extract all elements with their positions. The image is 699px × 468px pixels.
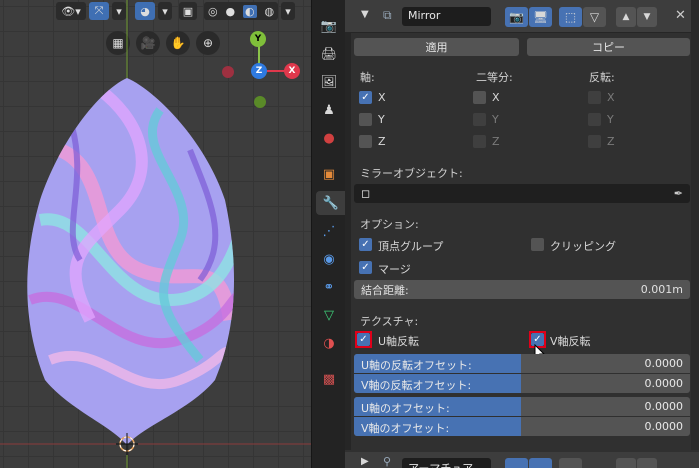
bisect-z-checkbox[interactable] — [473, 135, 486, 148]
u-offset-value: 0.0000 — [644, 400, 684, 413]
vertex-groups-label: 頂点グループ — [378, 240, 444, 253]
scene-tab-icon[interactable]: ♟ — [316, 98, 342, 122]
v-offset-value: 0.0000 — [644, 420, 684, 433]
options-label: オプション: — [360, 218, 419, 231]
properties-panel: ▼ ⧉ Mirror 📷 🖥 ⬚ ▽ ▲ ▼ ✕ 適用 コピー 軸: 二等分: … — [345, 0, 699, 468]
object-tab-icon[interactable]: ▣ — [316, 162, 342, 186]
u-flip-checkbox[interactable]: ✓ — [357, 333, 370, 346]
modifier-tab-icon[interactable]: 🔧 — [316, 191, 346, 215]
remove-modifier-icon[interactable]: ✕ — [675, 8, 686, 23]
next-modifier-header: ▶ ⚲ アーマチュア — [345, 452, 699, 468]
merge-checkbox[interactable]: ✓ — [359, 261, 372, 274]
physics-tab-icon[interactable]: ◉ — [316, 247, 342, 271]
u-flip-label: U軸反転 — [378, 335, 420, 348]
u-offset-label: U軸のオフセット: — [361, 402, 450, 415]
u-offset-slider[interactable]: U軸のオフセット: 0.0000 — [354, 397, 690, 416]
flip-z-label: Z — [607, 135, 615, 148]
clipping-label: クリッピング — [550, 240, 616, 253]
v-offset-slider[interactable]: V軸のオフセット: 0.0000 — [354, 417, 690, 436]
copy-button[interactable]: コピー — [527, 38, 690, 56]
bisect-z-label: Z — [492, 135, 500, 148]
render-toggle-icon[interactable] — [505, 458, 528, 468]
flip-x-label: X — [607, 91, 615, 104]
mirror-modifier-icon: ⧉ — [383, 8, 392, 22]
modifier-header: ▼ ⧉ Mirror 📷 🖥 ⬚ ▽ ▲ ▼ ✕ — [345, 0, 699, 33]
viewport-toggle-icon[interactable] — [529, 458, 552, 468]
render-toggle-icon[interactable]: 📷 — [505, 7, 528, 27]
bisect-y-checkbox[interactable] — [473, 113, 486, 126]
axis-z-label: Z — [378, 135, 386, 148]
material-tab-icon[interactable]: ◑ — [316, 331, 342, 355]
v-flip-label: V軸反転 — [550, 335, 591, 348]
u-flip-offset-slider[interactable]: U軸の反転オフセット: 0.0000 — [354, 354, 690, 373]
merge-label: マージ — [378, 263, 411, 276]
v-offset-label: V軸のオフセット: — [361, 422, 450, 435]
axis-y-checkbox[interactable] — [359, 113, 372, 126]
editmode-toggle-icon[interactable] — [559, 458, 582, 468]
armature-modifier-icon: ⚲ — [383, 455, 392, 468]
constraints-tab-icon[interactable]: ⚭ — [316, 275, 342, 299]
merge-distance-value: 0.001m — [640, 283, 683, 296]
axis-x-label: X — [378, 91, 386, 104]
eyedropper-icon[interactable]: ✒ — [674, 187, 683, 200]
world-tab-icon[interactable]: ● — [316, 126, 342, 150]
move-up-icon[interactable] — [616, 458, 636, 468]
v-flip-offset-label: V軸の反転オフセット: — [361, 379, 472, 392]
axis-header: 軸: — [360, 71, 375, 84]
axis-z-checkbox[interactable] — [359, 135, 372, 148]
u-flip-offset-value: 0.0000 — [644, 357, 684, 370]
apply-button[interactable]: 適用 — [354, 38, 519, 56]
clipping-checkbox[interactable] — [531, 238, 544, 251]
on-cage-toggle-icon[interactable]: ▽ — [583, 7, 606, 27]
bisect-y-label: Y — [492, 113, 499, 126]
data-tab-icon[interactable]: ▽ — [316, 303, 342, 327]
vertex-groups-checkbox[interactable]: ✓ — [359, 238, 372, 251]
render-tab-icon[interactable]: 📷 — [316, 14, 342, 38]
bisect-header: 二等分: — [476, 71, 513, 84]
flip-z-checkbox[interactable] — [588, 135, 601, 148]
editmode-toggle-icon[interactable]: ⬚ — [559, 7, 582, 27]
merge-distance-field[interactable]: 結合距離: 0.001m — [354, 280, 690, 299]
expand-arrow-icon[interactable]: ▶ — [361, 456, 369, 467]
move-down-icon[interactable]: ▼ — [637, 7, 657, 27]
flip-x-checkbox[interactable] — [588, 91, 601, 104]
view-layer-tab-icon[interactable]: 🖼 — [316, 70, 342, 94]
output-tab-icon[interactable]: 🖨 — [316, 42, 342, 66]
scrollbar[interactable] — [691, 0, 699, 450]
mirror-object-label: ミラーオブジェクト: — [360, 167, 463, 180]
collapse-arrow-icon[interactable]: ▼ — [361, 9, 369, 20]
axis-x-checkbox[interactable]: ✓ — [359, 91, 372, 104]
3d-viewport[interactable]: 👁▾ ⤧ ▾ ◕ ▾ ▣ ◎ ● ◐ ◍ ▾ ▦ 🎥 ✋ ⊕ Y Z X — [0, 0, 311, 468]
v-flip-offset-slider[interactable]: V軸の反転オフセット: 0.0000 — [354, 374, 690, 393]
flip-y-label: Y — [607, 113, 614, 126]
texture-tab-icon[interactable]: ▩ — [316, 367, 342, 391]
properties-tab-bar: 📷 🖨 🖼 ♟ ● ▣ 🔧 ⋰ ◉ ⚭ ▽ ◑ ▩ — [311, 0, 346, 468]
bisect-x-label: X — [492, 91, 500, 104]
leaf-mesh-object[interactable] — [0, 0, 311, 468]
viewport-toggle-icon[interactable]: 🖥 — [529, 7, 552, 27]
u-flip-offset-label: U軸の反転オフセット: — [361, 359, 472, 372]
modifier-name-field[interactable]: Mirror — [402, 7, 491, 26]
object-icon: ◻ — [361, 187, 371, 200]
particles-tab-icon[interactable]: ⋰ — [316, 219, 342, 243]
move-up-icon[interactable]: ▲ — [616, 7, 636, 27]
flip-header: 反転: — [589, 71, 615, 84]
bisect-x-checkbox[interactable] — [473, 91, 486, 104]
textures-label: テクスチャ: — [360, 315, 419, 328]
merge-distance-label: 結合距離: — [361, 283, 409, 297]
mirror-object-field[interactable]: ◻ ✒ — [354, 184, 690, 203]
v-flip-offset-value: 0.0000 — [644, 377, 684, 390]
move-down-icon[interactable] — [637, 458, 657, 468]
flip-y-checkbox[interactable] — [588, 113, 601, 126]
next-modifier-name-field[interactable]: アーマチュア — [402, 458, 491, 468]
axis-y-label: Y — [378, 113, 385, 126]
